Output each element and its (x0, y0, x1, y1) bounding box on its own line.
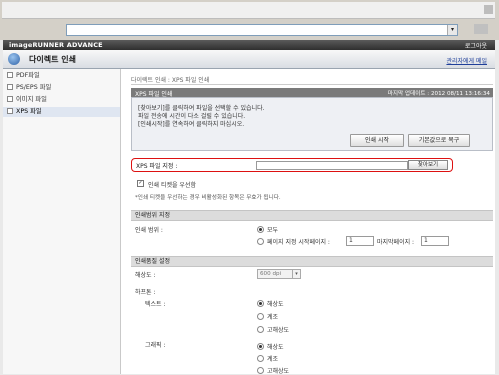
ticket-priority-checkbox[interactable]: ✓ (137, 180, 144, 187)
section-title: 인쇄범위 지정 (135, 212, 171, 219)
range-label: 인쇄 범위 : (135, 227, 163, 234)
graphics-halftone-label: 그래픽 : (145, 342, 166, 349)
browser-chrome: ▾ (0, 0, 499, 40)
ticket-priority-label: 인쇄 티켓을 우선함 (148, 182, 196, 189)
start-print-button[interactable]: 인쇄 시작 (350, 134, 404, 147)
bullet-icon (7, 108, 13, 114)
info-header: XPS 파일 인쇄 마지막 업데이트 : 2012 08/11 13:16:34 (131, 88, 493, 98)
logout-link[interactable]: 로그아웃 (465, 41, 487, 50)
address-dropdown[interactable]: ▾ (66, 24, 458, 36)
section-print-range: 인쇄범위 지정 (131, 210, 493, 221)
toolbar-button[interactable] (474, 24, 488, 34)
range-pages-label: 페이지 지정 시작페이지 : (267, 239, 330, 246)
start-page-input[interactable]: 1 (346, 236, 374, 246)
sidebar-item-xps[interactable]: XPS 파일 (3, 107, 120, 117)
end-page-label: 마지막페이지 : (377, 239, 415, 246)
file-label: XPS 파일 지정 : (136, 163, 178, 170)
graphics-gradation-radio[interactable] (257, 355, 264, 362)
page-title: 다이렉트 인쇄 (29, 55, 76, 64)
file-select-row: XPS 파일 지정 : 찾아보기 (131, 158, 453, 172)
option-label: 고해상도 (267, 327, 290, 334)
option-label: 계조 (267, 314, 279, 321)
divider (131, 84, 493, 85)
last-updated: 마지막 업데이트 : 2012 08/11 13:16:34 (387, 91, 490, 97)
toolbar-icon[interactable] (484, 5, 493, 14)
option-label: 계조 (267, 356, 279, 363)
chevron-down-icon[interactable]: ▾ (447, 25, 457, 35)
bullet-icon (7, 72, 13, 78)
section-title: 인쇄품질 설정 (135, 258, 171, 265)
range-all-radio[interactable] (257, 226, 264, 233)
halftone-label: 하프톤 : (135, 289, 156, 296)
start-page-value: 1 (349, 237, 353, 244)
end-page-input[interactable]: 1 (421, 236, 449, 246)
bullet-icon (7, 84, 13, 90)
range-pages-radio[interactable] (257, 238, 264, 245)
graphics-resolution-radio[interactable] (257, 343, 264, 350)
browser-toolbar (2, 2, 495, 19)
info-box: [찾아보기]를 클릭하여 파일을 선택할 수 있습니다. 파일 전송에 시간이 … (131, 97, 493, 151)
option-label: 해상도 (267, 344, 284, 351)
sidebar-item-pdf[interactable]: PDF파일 (3, 71, 120, 81)
bullet-icon (7, 96, 13, 102)
graphics-high-resolution-radio[interactable] (257, 367, 264, 374)
page-titlebar: 다이렉트 인쇄 관리자에게 메일 (3, 50, 495, 69)
sidebar: PDF파일 PS/EPS 파일 이미지 파일 XPS 파일 (3, 69, 121, 374)
resolution-value: 600 dpi (260, 271, 282, 277)
resolution-label: 해상도 : (135, 272, 156, 279)
text-halftone-label: 텍스트 : (145, 301, 166, 308)
breadcrumb: 다이렉트 인쇄 : XPS 파일 인쇄 (131, 77, 210, 84)
end-page-value: 1 (424, 237, 428, 244)
sidebar-item-label: PS/EPS 파일 (16, 84, 52, 91)
text-resolution-radio[interactable] (257, 300, 264, 307)
sidebar-item-image[interactable]: 이미지 파일 (3, 95, 120, 105)
info-line: [인쇄시작]를 연속하여 클릭하지 마십시오. (138, 121, 245, 128)
resolution-select[interactable]: 600 dpi ▾ (257, 269, 301, 279)
print-icon (8, 53, 20, 65)
reset-defaults-button[interactable]: 기본값으로 복구 (408, 134, 470, 147)
option-label: 해상도 (267, 301, 284, 308)
text-high-resolution-radio[interactable] (257, 326, 264, 333)
main-content: 다이렉트 인쇄 : XPS 파일 인쇄 XPS 파일 인쇄 마지막 업데이트 :… (121, 69, 495, 375)
admin-mail-link[interactable]: 관리자에게 메일 (446, 56, 487, 65)
sidebar-item-label: 이미지 파일 (16, 96, 47, 103)
sidebar-item-label: PDF파일 (16, 72, 40, 79)
sidebar-item-ps-eps[interactable]: PS/EPS 파일 (3, 83, 120, 93)
chevron-down-icon: ▾ (292, 270, 300, 278)
sidebar-item-label: XPS 파일 (16, 108, 42, 115)
section-print-quality: 인쇄품질 설정 (131, 256, 493, 267)
text-gradation-radio[interactable] (257, 313, 264, 320)
product-logo: imageRUNNER ADVANCE (9, 41, 103, 49)
range-all-label: 모두 (267, 227, 279, 234)
browse-button[interactable]: 찾아보기 (408, 160, 448, 170)
file-path-input[interactable] (256, 161, 408, 170)
product-header: imageRUNNER ADVANCE 로그아웃 (3, 40, 495, 50)
ticket-note: *인쇄 티켓을 우선하는 경우 비활성화된 항목은 무효가 됩니다. (135, 195, 281, 201)
